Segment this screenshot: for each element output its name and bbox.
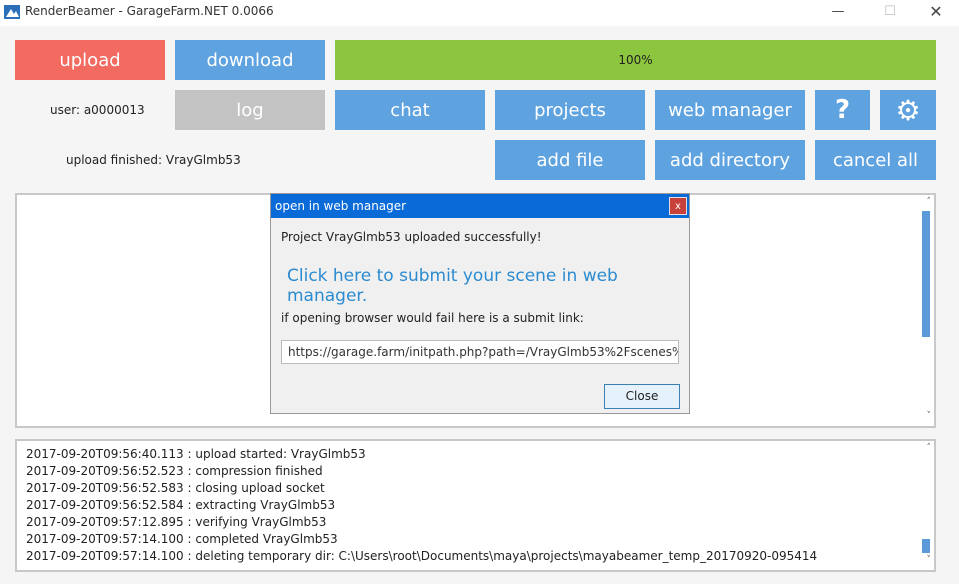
log-line: 2017-09-20T09:56:52.583 : closing upload… — [26, 481, 325, 495]
download-button[interactable]: download — [175, 40, 325, 80]
log-scrollbar-thumb[interactable] — [922, 539, 930, 553]
log-line: 2017-09-20T09:57:14.100 : completed Vray… — [26, 532, 338, 546]
web-manager-dialog: open in web manager x Project VrayGlmb53… — [270, 193, 690, 414]
dialog-close-button[interactable]: Close — [604, 384, 680, 409]
add-directory-button[interactable]: add directory — [655, 140, 805, 180]
window-title: RenderBeamer - GarageFarm.NET 0.0066 — [25, 4, 274, 18]
log-scroll-up-icon[interactable]: ˄ — [927, 443, 932, 453]
submit-scene-link[interactable]: Click here to submit your scene in web m… — [287, 266, 689, 306]
help-icon: ? — [834, 95, 851, 125]
add-file-button[interactable]: add file — [495, 140, 645, 180]
scroll-up-icon[interactable]: ˄ — [927, 197, 932, 207]
scroll-down-icon[interactable]: ˅ — [927, 411, 932, 421]
log-button[interactable]: log — [175, 90, 325, 130]
chat-button[interactable]: chat — [335, 90, 485, 130]
submit-url-field[interactable]: https://garage.farm/initpath.php?path=/V… — [281, 340, 679, 364]
log-panel: ˄ ˅ 2017-09-20T09:56:40.113 : upload sta… — [15, 439, 936, 572]
cancel-all-button[interactable]: cancel all — [815, 140, 936, 180]
upload-button[interactable]: upload — [15, 40, 165, 80]
maximize-button[interactable]: ☐ — [868, 0, 912, 26]
upload-status-label: upload finished: VrayGlmb53 — [66, 153, 241, 167]
projects-scrollbar-thumb[interactable] — [922, 211, 930, 337]
settings-button[interactable]: ⚙ — [880, 90, 936, 130]
minimize-button[interactable]: — — [816, 0, 860, 26]
close-window-button[interactable]: ✕ — [914, 0, 958, 26]
log-line: 2017-09-20T09:57:12.895 : verifying Vray… — [26, 515, 327, 529]
dialog-title-bar: open in web manager x — [271, 194, 689, 218]
dialog-message: Project VrayGlmb53 uploaded successfully… — [281, 230, 542, 244]
user-label: user: a0000013 — [50, 103, 145, 117]
log-scroll-down-icon[interactable]: ˅ — [927, 555, 932, 565]
projects-button[interactable]: projects — [495, 90, 645, 130]
log-line: 2017-09-20T09:56:52.523 : compression fi… — [26, 464, 323, 478]
dialog-title: open in web manager — [275, 199, 407, 213]
log-line: 2017-09-20T09:57:14.100 : deleting tempo… — [26, 549, 818, 563]
gear-icon: ⚙ — [895, 93, 921, 127]
help-button[interactable]: ? — [815, 90, 870, 130]
app-icon — [4, 5, 20, 19]
log-line: 2017-09-20T09:56:40.113 : upload started… — [26, 447, 366, 461]
dialog-fallback-note: if opening browser would fail here is a … — [281, 311, 584, 325]
progress-label: 100% — [618, 53, 653, 67]
upload-progress-bar: 100% — [335, 40, 936, 80]
web-manager-button[interactable]: web manager — [655, 90, 805, 130]
title-bar: RenderBeamer - GarageFarm.NET 0.0066 — ☐… — [0, 0, 959, 26]
log-line: 2017-09-20T09:56:52.584 : extracting Vra… — [26, 498, 336, 512]
dialog-close-icon[interactable]: x — [669, 197, 687, 215]
